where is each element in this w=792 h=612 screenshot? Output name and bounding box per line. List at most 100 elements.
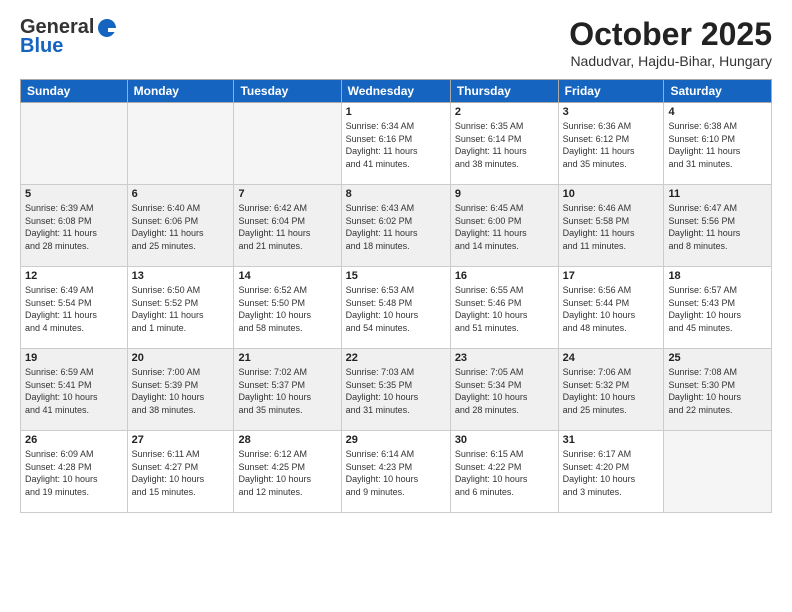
calendar-header-saturday: Saturday <box>664 80 772 103</box>
calendar-day-cell: 9 Sunrise: 6:45 AM Sunset: 6:00 PM Daylig… <box>450 185 558 267</box>
calendar-table: SundayMondayTuesdayWednesdayThursdayFrid… <box>20 79 772 513</box>
title-section: October 2025 Nadudvar, Hajdu-Bihar, Hung… <box>569 16 772 69</box>
day-number: 24 <box>563 352 660 364</box>
calendar-day-cell <box>664 431 772 513</box>
day-number: 3 <box>563 106 660 118</box>
calendar-header-monday: Monday <box>127 80 234 103</box>
day-info: Sunrise: 6:49 AM Sunset: 5:54 PM Dayligh… <box>25 284 123 334</box>
calendar-day-cell: 13 Sunrise: 6:50 AM Sunset: 5:52 PM Dayli… <box>127 267 234 349</box>
calendar-day-cell: 26 Sunrise: 6:09 AM Sunset: 4:28 PM Dayli… <box>21 431 128 513</box>
calendar-day-cell: 10Sunrise: 6:46 AM Sunset: 5:58 PM Dayli… <box>558 185 664 267</box>
calendar-week-2: 5 Sunrise: 6:39 AM Sunset: 6:08 PM Daylig… <box>21 185 772 267</box>
calendar-week-1: 1 Sunrise: 6:34 AM Sunset: 6:16 PM Daylig… <box>21 103 772 185</box>
day-info: Sunrise: 6:50 AM Sunset: 5:52 PM Dayligh… <box>132 284 230 334</box>
day-info: Sunrise: 6:36 AM Sunset: 6:12 PM Dayligh… <box>563 120 660 170</box>
calendar-day-cell: 7 Sunrise: 6:42 AM Sunset: 6:04 PM Daylig… <box>234 185 341 267</box>
calendar-day-cell: 20Sunrise: 7:00 AM Sunset: 5:39 PM Dayli… <box>127 349 234 431</box>
calendar-day-cell: 17 Sunrise: 6:56 AM Sunset: 5:44 PM Dayli… <box>558 267 664 349</box>
day-info: Sunrise: 7:03 AM Sunset: 5:35 PM Dayligh… <box>346 366 446 416</box>
day-number: 25 <box>668 352 767 364</box>
day-info: Sunrise: 6:47 AM Sunset: 5:56 PM Dayligh… <box>668 202 767 252</box>
calendar-header-sunday: Sunday <box>21 80 128 103</box>
day-number: 21 <box>238 352 336 364</box>
calendar-day-cell <box>21 103 128 185</box>
calendar-day-cell: 24 Sunrise: 7:06 AM Sunset: 5:32 PM Dayli… <box>558 349 664 431</box>
day-info: Sunrise: 6:38 AM Sunset: 6:10 PM Dayligh… <box>668 120 767 170</box>
day-number: 18 <box>668 270 767 282</box>
day-info: Sunrise: 6:56 AM Sunset: 5:44 PM Dayligh… <box>563 284 660 334</box>
calendar-day-cell: 16Sunrise: 6:55 AM Sunset: 5:46 PM Dayli… <box>450 267 558 349</box>
calendar-header-tuesday: Tuesday <box>234 80 341 103</box>
month-title: October 2025 <box>569 16 772 53</box>
day-info: Sunrise: 6:43 AM Sunset: 6:02 PM Dayligh… <box>346 202 446 252</box>
calendar-day-cell: 3 Sunrise: 6:36 AM Sunset: 6:12 PM Daylig… <box>558 103 664 185</box>
day-info: Sunrise: 6:15 AM Sunset: 4:22 PM Dayligh… <box>455 448 554 498</box>
calendar-header-friday: Friday <box>558 80 664 103</box>
day-number: 26 <box>25 434 123 446</box>
day-info: Sunrise: 7:08 AM Sunset: 5:30 PM Dayligh… <box>668 366 767 416</box>
calendar-day-cell: 28 Sunrise: 6:12 AM Sunset: 4:25 PM Dayli… <box>234 431 341 513</box>
calendar-day-cell <box>127 103 234 185</box>
day-number: 22 <box>346 352 446 364</box>
day-number: 12 <box>25 270 123 282</box>
day-info: Sunrise: 6:42 AM Sunset: 6:04 PM Dayligh… <box>238 202 336 252</box>
day-info: Sunrise: 6:40 AM Sunset: 6:06 PM Dayligh… <box>132 202 230 252</box>
calendar-day-cell: 21 Sunrise: 7:02 AM Sunset: 5:37 PM Dayli… <box>234 349 341 431</box>
day-info: Sunrise: 6:09 AM Sunset: 4:28 PM Dayligh… <box>25 448 123 498</box>
day-info: Sunrise: 6:52 AM Sunset: 5:50 PM Dayligh… <box>238 284 336 334</box>
day-number: 31 <box>563 434 660 446</box>
day-info: Sunrise: 6:39 AM Sunset: 6:08 PM Dayligh… <box>25 202 123 252</box>
calendar-day-cell: 5 Sunrise: 6:39 AM Sunset: 6:08 PM Daylig… <box>21 185 128 267</box>
day-number: 10 <box>563 188 660 200</box>
calendar-day-cell: 30Sunrise: 6:15 AM Sunset: 4:22 PM Dayli… <box>450 431 558 513</box>
day-number: 7 <box>238 188 336 200</box>
calendar-day-cell: 27Sunrise: 6:11 AM Sunset: 4:27 PM Dayli… <box>127 431 234 513</box>
day-info: Sunrise: 7:02 AM Sunset: 5:37 PM Dayligh… <box>238 366 336 416</box>
day-number: 14 <box>238 270 336 282</box>
calendar-day-cell: 1 Sunrise: 6:34 AM Sunset: 6:16 PM Daylig… <box>341 103 450 185</box>
calendar-day-cell: 29Sunrise: 6:14 AM Sunset: 4:23 PM Dayli… <box>341 431 450 513</box>
day-info: Sunrise: 6:34 AM Sunset: 6:16 PM Dayligh… <box>346 120 446 170</box>
calendar-day-cell <box>234 103 341 185</box>
calendar-week-4: 19Sunrise: 6:59 AM Sunset: 5:41 PM Dayli… <box>21 349 772 431</box>
day-number: 23 <box>455 352 554 364</box>
day-info: Sunrise: 6:17 AM Sunset: 4:20 PM Dayligh… <box>563 448 660 498</box>
calendar-day-cell: 4Sunrise: 6:38 AM Sunset: 6:10 PM Daylig… <box>664 103 772 185</box>
page-header: General Blue October 2025 Nadudvar, Hajd… <box>20 16 772 69</box>
day-info: Sunrise: 6:12 AM Sunset: 4:25 PM Dayligh… <box>238 448 336 498</box>
day-number: 8 <box>346 188 446 200</box>
day-info: Sunrise: 6:35 AM Sunset: 6:14 PM Dayligh… <box>455 120 554 170</box>
calendar-day-cell: 31 Sunrise: 6:17 AM Sunset: 4:20 PM Dayli… <box>558 431 664 513</box>
calendar-header-wednesday: Wednesday <box>341 80 450 103</box>
day-number: 11 <box>668 188 767 200</box>
day-number: 27 <box>132 434 230 446</box>
day-number: 15 <box>346 270 446 282</box>
day-number: 28 <box>238 434 336 446</box>
day-info: Sunrise: 6:45 AM Sunset: 6:00 PM Dayligh… <box>455 202 554 252</box>
calendar-day-cell: 2Sunrise: 6:35 AM Sunset: 6:14 PM Daylig… <box>450 103 558 185</box>
calendar-header-row: SundayMondayTuesdayWednesdayThursdayFrid… <box>21 80 772 103</box>
location: Nadudvar, Hajdu-Bihar, Hungary <box>569 53 772 69</box>
day-info: Sunrise: 6:59 AM Sunset: 5:41 PM Dayligh… <box>25 366 123 416</box>
day-number: 13 <box>132 270 230 282</box>
calendar-day-cell: 15Sunrise: 6:53 AM Sunset: 5:48 PM Dayli… <box>341 267 450 349</box>
day-info: Sunrise: 7:06 AM Sunset: 5:32 PM Dayligh… <box>563 366 660 416</box>
calendar-day-cell: 6Sunrise: 6:40 AM Sunset: 6:06 PM Daylig… <box>127 185 234 267</box>
calendar-day-cell: 14 Sunrise: 6:52 AM Sunset: 5:50 PM Dayli… <box>234 267 341 349</box>
calendar-day-cell: 22 Sunrise: 7:03 AM Sunset: 5:35 PM Dayli… <box>341 349 450 431</box>
logo: General Blue <box>20 16 118 58</box>
calendar-day-cell: 8 Sunrise: 6:43 AM Sunset: 6:02 PM Daylig… <box>341 185 450 267</box>
day-number: 1 <box>346 106 446 118</box>
day-number: 20 <box>132 352 230 364</box>
calendar-header-thursday: Thursday <box>450 80 558 103</box>
day-number: 9 <box>455 188 554 200</box>
day-info: Sunrise: 6:14 AM Sunset: 4:23 PM Dayligh… <box>346 448 446 498</box>
calendar-day-cell: 18Sunrise: 6:57 AM Sunset: 5:43 PM Dayli… <box>664 267 772 349</box>
logo-icon <box>96 17 118 39</box>
page-container: General Blue October 2025 Nadudvar, Hajd… <box>0 0 792 523</box>
calendar-day-cell: 11 Sunrise: 6:47 AM Sunset: 5:56 PM Dayli… <box>664 185 772 267</box>
logo-blue-text: Blue <box>20 35 63 58</box>
day-number: 17 <box>563 270 660 282</box>
day-info: Sunrise: 6:55 AM Sunset: 5:46 PM Dayligh… <box>455 284 554 334</box>
day-number: 5 <box>25 188 123 200</box>
